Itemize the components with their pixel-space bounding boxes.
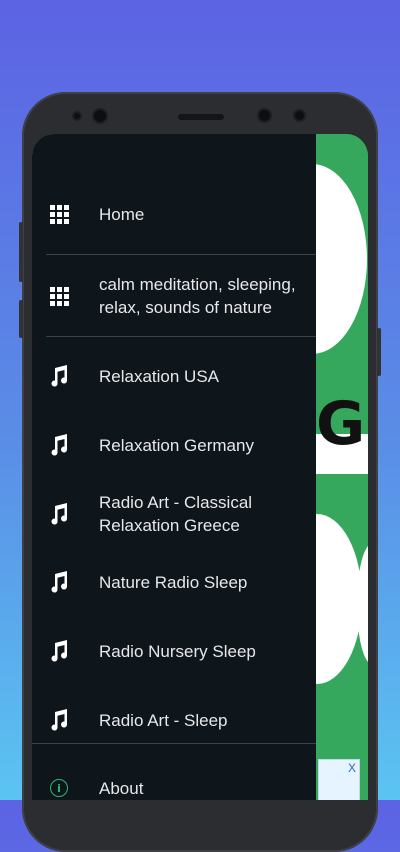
menu-item-home[interactable]: Home [32, 202, 316, 226]
divider [32, 743, 316, 744]
background-logo-circle [357, 544, 368, 664]
menu-item-label: calm meditation, sleeping, relax, sounds… [99, 275, 296, 317]
menu-item-label: About [99, 778, 144, 798]
music-note-icon [48, 640, 70, 662]
ad-banner[interactable]: X [318, 759, 360, 800]
menu-item-radio-art-classical-greece[interactable]: Radio Art - Classical Relaxation Greece [32, 490, 316, 538]
volume-button [19, 222, 23, 282]
menu-item-about[interactable]: i About [32, 776, 316, 800]
menu-item-label: Relaxation Germany [99, 435, 254, 455]
music-note-icon [48, 503, 70, 525]
music-note-icon [48, 365, 70, 387]
music-note-icon [48, 709, 70, 731]
menu-item-radio-nursery-sleep[interactable]: Radio Nursery Sleep [32, 639, 316, 663]
menu-item-label: Nature Radio Sleep [99, 572, 248, 592]
front-camera [94, 110, 106, 122]
menu-item-label: Radio Art - Sleep [99, 710, 228, 730]
menu-item-nature-radio-sleep[interactable]: Nature Radio Sleep [32, 570, 316, 594]
menu-item-calm-meditation[interactable]: calm meditation, sleeping, relax, sounds… [32, 272, 316, 320]
menu-item-relaxation-usa[interactable]: Relaxation USA [32, 364, 316, 388]
power-button [377, 328, 381, 376]
info-icon: i [48, 777, 70, 799]
divider [46, 254, 316, 255]
menu-item-label: Home [99, 204, 145, 224]
divider [46, 336, 316, 337]
menu-item-label: Radio Nursery Sleep [99, 641, 256, 661]
menu-item-label: Radio Art - Classical Relaxation Greece [99, 493, 253, 535]
light-sensor [295, 111, 304, 120]
proximity-sensor [259, 110, 270, 121]
bixby-button [19, 300, 23, 338]
music-note-icon [48, 434, 70, 456]
grid-icon [48, 285, 70, 307]
menu-item-radio-art-sleep[interactable]: Radio Art - Sleep [32, 708, 316, 732]
menu-item-relaxation-germany[interactable]: Relaxation Germany [32, 433, 316, 457]
ad-close-icon[interactable]: X [348, 761, 356, 775]
background-letter: G [316, 389, 366, 459]
grid-icon [48, 203, 70, 225]
screen: G X Home calm meditation, sleeping, rela… [32, 134, 368, 800]
menu-item-label: Relaxation USA [99, 366, 220, 386]
sensor [74, 113, 80, 119]
music-note-icon [48, 571, 70, 593]
navigation-drawer: Home calm meditation, sleeping, relax, s… [32, 134, 316, 800]
speaker-grille [178, 114, 224, 120]
